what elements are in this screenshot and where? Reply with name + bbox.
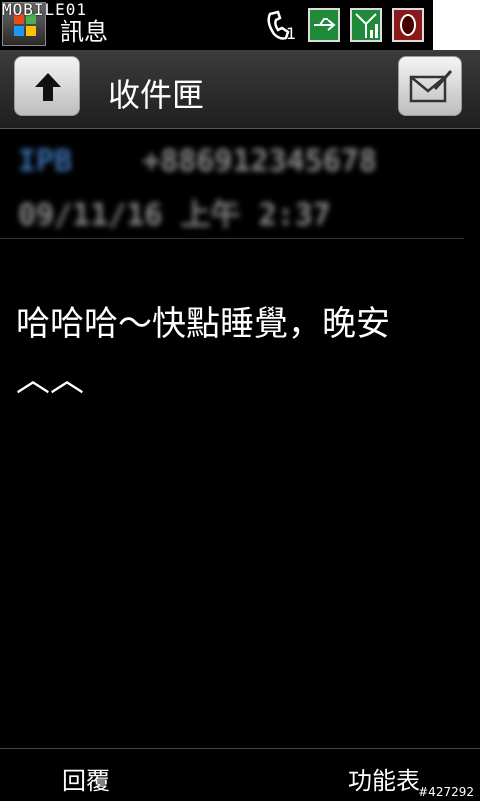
- soft-key-bar: 回覆 功能表 #427292: [0, 748, 480, 801]
- menu-button[interactable]: 功能表: [348, 761, 420, 796]
- page-title: 收件匣: [108, 76, 205, 114]
- envelope-compose-icon: [409, 70, 453, 103]
- arrow-up-icon: [35, 73, 61, 101]
- sender-number: +886912345678: [142, 144, 377, 179]
- sender: IPB +886912345678: [18, 144, 377, 179]
- image-id-watermark: #427292: [418, 785, 474, 799]
- status-blank-area: [433, 0, 480, 50]
- sender-name: IPB: [18, 144, 73, 179]
- signal-icon[interactable]: [350, 8, 382, 42]
- back-button[interactable]: [14, 56, 80, 116]
- missed-call-count: 1: [286, 24, 297, 43]
- message-header: IPB +886912345678 09/11/16 上午 2:37: [0, 130, 464, 239]
- header-bar: 收件匣: [0, 50, 480, 129]
- reply-button[interactable]: 回覆: [62, 761, 110, 796]
- speaker-icon[interactable]: [392, 8, 424, 42]
- app-title: 訊息: [60, 18, 108, 46]
- message-timestamp: 09/11/16 上午 2:37: [18, 198, 331, 233]
- compose-button[interactable]: [398, 56, 462, 116]
- status-bar: MOBILE01 訊息 1: [0, 0, 480, 50]
- usb-icon[interactable]: [308, 8, 340, 42]
- message-body: 哈哈哈～快點睡覺，晚安︿︿: [16, 304, 390, 400]
